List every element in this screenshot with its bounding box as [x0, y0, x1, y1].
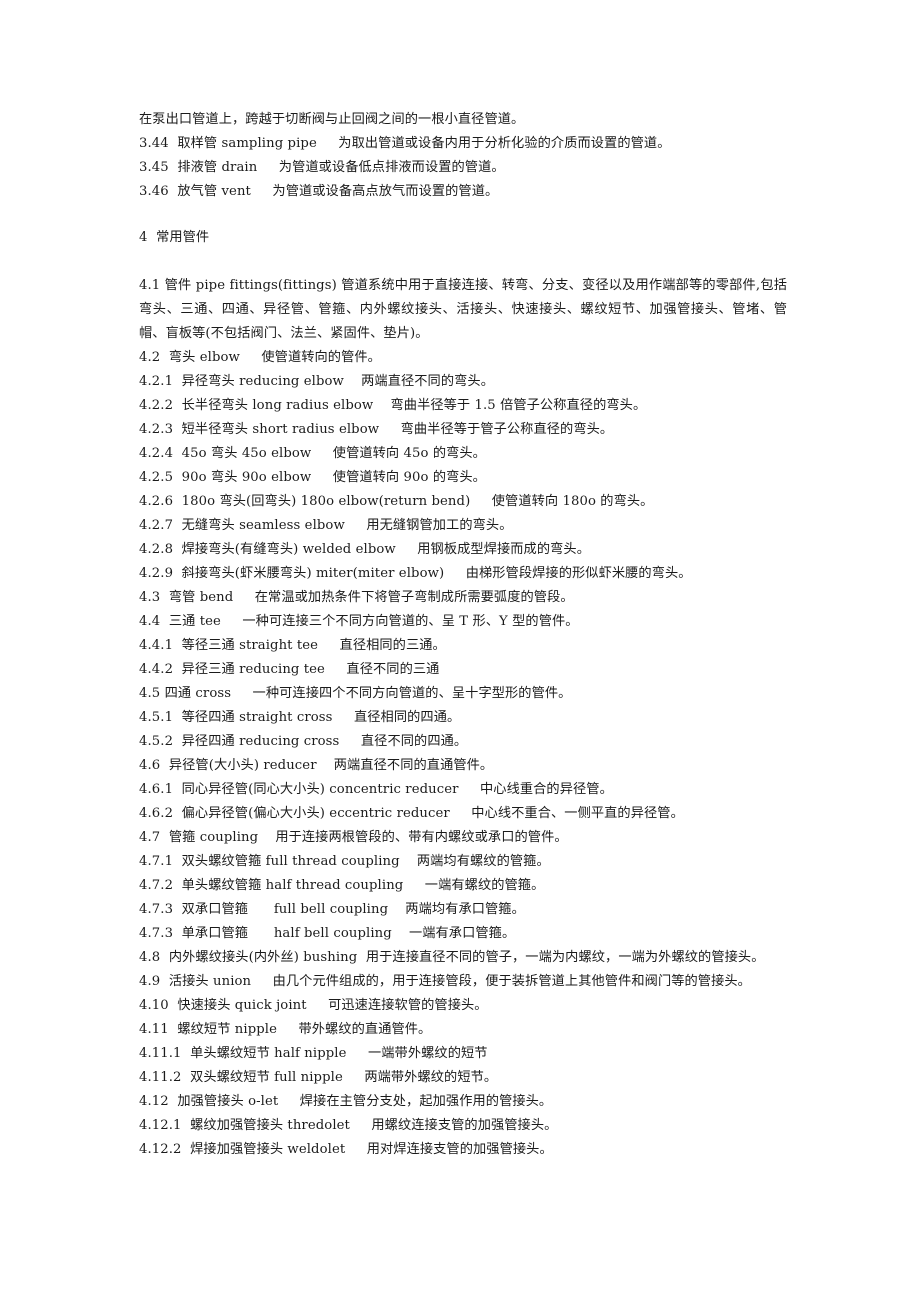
term-entry: 4.12.1 螺纹加强管接头 thredolet 用螺纹连接支管的加强管接头。	[139, 1118, 558, 1133]
term-entry: 4.7.3 单承口管箍 half bell coupling 一端有承口管箍。	[139, 926, 516, 941]
term-entry: 4.12 加强管接头 o-let 焊接在主管分支处，起加强作用的管接头。	[139, 1094, 553, 1109]
term-entry: 4.2 弯头 elbow 使管道转向的管件。	[139, 350, 381, 365]
term-entry: 4.7.1 双头螺纹管箍 full thread coupling 两端均有螺纹…	[139, 854, 550, 869]
section-4-entries: 4.2 弯头 elbow 使管道转向的管件。 4.2.1 异径弯头 reduci…	[139, 346, 787, 1162]
term-entry: 4.5 四通 cross 一种可连接四个不同方向管道的、呈十字型形的管件。	[139, 686, 572, 701]
heading-spacer	[139, 250, 787, 274]
document-page: 在泵出口管道上，跨越于切断阀与止回阀之间的一根小直径管道。 3.44 取样管 s…	[0, 0, 920, 1302]
term-entry: 4.10 快速接头 quick joint 可迅速连接软管的管接头。	[139, 998, 488, 1013]
term-entry: 4.11.2 双头螺纹短节 full nipple 两端带外螺纹的短节。	[139, 1070, 498, 1085]
term-entry: 4.7.3 双承口管箍 full bell coupling 两端均有承口管箍。	[139, 902, 525, 917]
term-entry: 3.44 取样管 sampling pipe 为取出管道或设备内用于分析化验的介…	[139, 136, 671, 151]
term-entry: 4.5.2 异径四通 reducing cross 直径不同的四通。	[139, 734, 468, 749]
term-entry: 4.2.4 45o 弯头 45o elbow 使管道转向 45o 的弯头。	[139, 446, 486, 461]
term-entry: 4.7.2 单头螺纹管箍 half thread coupling 一端有螺纹的…	[139, 878, 545, 893]
continued-paragraph: 在泵出口管道上，跨越于切断阀与止回阀之间的一根小直径管道。	[139, 112, 525, 127]
term-entry: 4.2.8 焊接弯头(有缝弯头) welded elbow 用钢板成型焊接而成的…	[139, 542, 590, 557]
term-entry: 4.2.3 短半径弯头 short radius elbow 弯曲半径等于管子公…	[139, 422, 614, 437]
term-entry: 4.4.1 等径三通 straight tee 直径相同的三通。	[139, 638, 446, 653]
term-entry: 4.2.9 斜接弯头(虾米腰弯头) miter(miter elbow) 由梯形…	[139, 566, 692, 581]
term-entry: 4.2.1 异径弯头 reducing elbow 两端直径不同的弯头。	[139, 374, 494, 389]
term-entry: 4.2.6 180o 弯头(回弯头) 180o elbow(return ben…	[139, 494, 654, 509]
term-entry: 4.11.1 单头螺纹短节 half nipple 一端带外螺纹的短节	[139, 1046, 488, 1061]
term-entry: 4.6.2 偏心异径管(偏心大小头) eccentric reducer 中心线…	[139, 806, 684, 821]
term-entry: 4.2.5 90o 弯头 90o elbow 使管道转向 90o 的弯头。	[139, 470, 486, 485]
term-entry: 4.6.1 同心异径管(同心大小头) concentric reducer 中心…	[139, 782, 613, 797]
term-entry: 4.4.2 异径三通 reducing tee 直径不同的三通	[139, 662, 440, 677]
term-entry: 3.46 放气管 vent 为管道或设备高点放气而设置的管道。	[139, 184, 499, 199]
term-entry: 4.5.1 等径四通 straight cross 直径相同的四通。	[139, 710, 461, 725]
term-entry: 4.2.2 长半径弯头 long radius elbow 弯曲半径等于 1.5…	[139, 398, 647, 413]
term-entry: 4.2.7 无缝弯头 seamless elbow 用无缝钢管加工的弯头。	[139, 518, 513, 533]
term-entry: 4.12.2 焊接加强管接头 weldolet 用对焊连接支管的加强管接头。	[139, 1142, 553, 1157]
term-entry: 4.9 活接头 union 由几个元件组成的，用于连接管段，便于装拆管道上其他管…	[139, 974, 751, 989]
term-entry: 4.3 弯管 bend 在常温或加热条件下将管子弯制成所需要弧度的管段。	[139, 590, 574, 605]
term-entry: 4.4 三通 tee 一种可连接三个不同方向管道的、呈 T 形、Y 型的管件。	[139, 614, 579, 629]
term-entry: 3.45 排液管 drain 为管道或设备低点排液而设置的管道。	[139, 160, 505, 175]
term-entry-4-1: 4.1 管件 pipe fittings(fittings) 管道系统中用于直接…	[139, 278, 787, 341]
term-entry: 4.8 内外螺纹接头(内外丝) bushing 用于连接直径不同的管子，一端为内…	[139, 950, 765, 965]
term-entry: 4.7 管箍 coupling 用于连接两根管段的、带有内螺纹或承口的管件。	[139, 830, 568, 845]
term-entry: 4.11 螺纹短节 nipple 带外螺纹的直通管件。	[139, 1022, 432, 1037]
section-3-entries: 3.44 取样管 sampling pipe 为取出管道或设备内用于分析化验的介…	[139, 132, 787, 204]
section-heading-4: 4 常用管件	[139, 230, 210, 245]
text-column: 在泵出口管道上，跨越于切断阀与止回阀之间的一根小直径管道。 3.44 取样管 s…	[139, 108, 787, 1162]
term-entry: 4.6 异径管(大小头) reducer 两端直径不同的直通管件。	[139, 758, 494, 773]
